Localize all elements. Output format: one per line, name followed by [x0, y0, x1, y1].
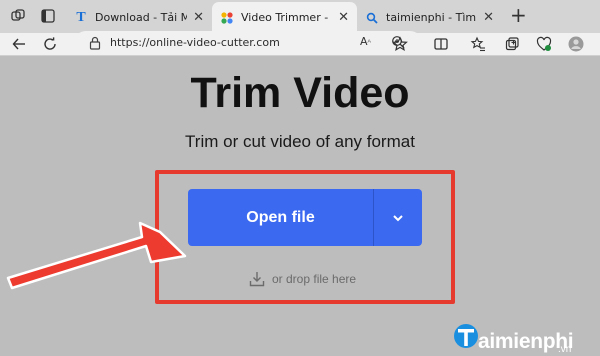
refresh-icon[interactable]: [42, 36, 58, 52]
new-tab-button[interactable]: +: [510, 5, 527, 25]
taimienphi-logo-icon: [454, 324, 478, 348]
chevron-down-icon: [393, 214, 403, 221]
close-icon[interactable]: ✕: [193, 10, 204, 25]
tab-search[interactable]: taimienphi - Tìm kiếm ✕: [357, 2, 502, 33]
profile-avatar-icon[interactable]: [568, 36, 584, 52]
taimienphi-favicon-icon: T: [76, 9, 86, 25]
video-cutter-favicon-icon: [220, 11, 234, 25]
search-favicon-icon: [365, 11, 379, 25]
address-bar[interactable]: https://online-video-cutter.com Aᴬ: [74, 31, 422, 55]
tab-label: taimienphi - Tìm kiếm: [386, 11, 477, 24]
back-arrow-icon[interactable]: [11, 36, 27, 52]
favorites-icon[interactable]: [470, 36, 486, 52]
lock-icon[interactable]: [89, 36, 101, 50]
tab-video-trimmer[interactable]: Video Trimmer - Cut Vid ✕: [212, 2, 357, 33]
open-options-dropdown[interactable]: [374, 189, 422, 246]
workspaces-icon[interactable]: [10, 8, 26, 24]
tab-label: Video Trimmer - Cut Vid: [241, 11, 332, 24]
tab-download[interactable]: T Download - Tải Miễn Ph ✕: [66, 2, 212, 33]
red-arrow-annotation: [6, 221, 187, 290]
tab-strip: T Download - Tải Miễn Ph ✕ Video Trimmer…: [0, 0, 600, 34]
close-icon[interactable]: ✕: [338, 10, 349, 25]
favorite-star-icon[interactable]: [392, 36, 408, 52]
read-aloud-icon[interactable]: Aᴬ: [360, 35, 371, 48]
collections-icon[interactable]: [504, 36, 520, 52]
tab-actions-icon[interactable]: [40, 8, 56, 24]
page-content: Trim Video Trim or cut video of any form…: [0, 56, 600, 356]
browser-essentials-icon[interactable]: [536, 36, 552, 52]
url-text: https://online-video-cutter.com: [110, 36, 280, 49]
browser-toolbar: https://online-video-cutter.com Aᴬ: [0, 31, 600, 56]
drop-zone-label: or drop file here: [272, 272, 357, 286]
taimienphi-watermark: aimienphi .vn: [452, 314, 574, 355]
drop-zone[interactable]: or drop file here: [248, 269, 356, 289]
close-icon[interactable]: ✕: [483, 10, 494, 25]
split-screen-icon[interactable]: [433, 36, 449, 52]
tab-label: Download - Tải Miễn Ph: [95, 11, 188, 24]
watermark-domain: .vn: [557, 344, 572, 355]
